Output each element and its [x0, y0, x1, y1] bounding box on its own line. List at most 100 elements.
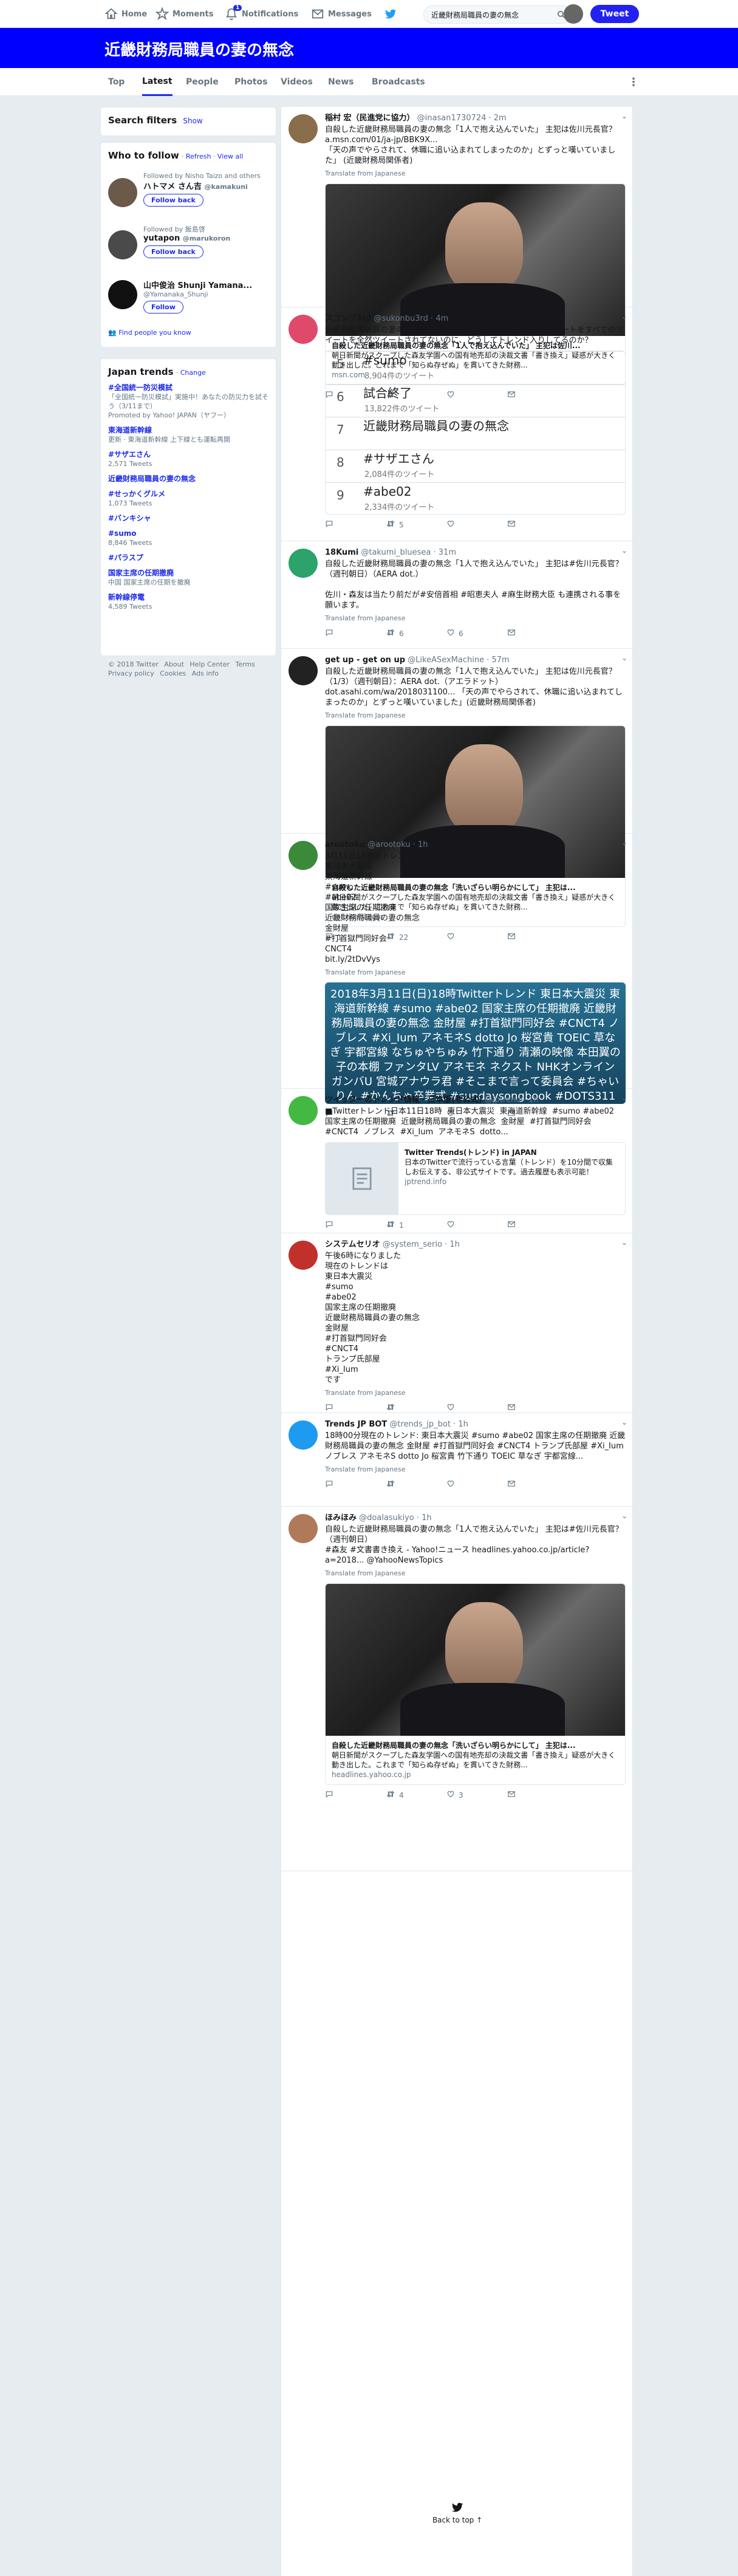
retweet-button[interactable]: 1 [386, 1220, 446, 1231]
tweet-author-name[interactable]: ツイッターのトレンド情報・日本版(非公式) [325, 1095, 482, 1105]
avatar[interactable] [289, 1514, 318, 1543]
view-all-link[interactable]: View all [217, 152, 243, 160]
translate-link[interactable]: Translate from Japanese [325, 168, 626, 179]
tweet-author-name[interactable]: 18Kumi [325, 548, 358, 557]
trend-name[interactable]: #パラスプ [108, 553, 143, 562]
nav-messages[interactable]: Messages [311, 0, 372, 28]
tab-videos[interactable]: Videos [281, 68, 313, 96]
tweet-compose-button[interactable]: Tweet [590, 5, 639, 23]
retweet-button[interactable]: 6 [386, 628, 446, 640]
trend-name[interactable]: #サザエさん [108, 450, 151, 459]
avatar[interactable] [108, 230, 137, 259]
footer-terms-link[interactable]: Terms [236, 660, 255, 668]
avatar[interactable] [108, 280, 137, 309]
translate-link[interactable]: Translate from Japanese [325, 967, 626, 978]
user-name[interactable]: ハトマメ さん吉 [143, 182, 202, 191]
direct-message-button[interactable] [507, 1790, 568, 1801]
direct-message-button[interactable] [507, 1220, 568, 1231]
trend-name[interactable]: #全国統一防災模試 [108, 383, 173, 392]
tweet[interactable]: ⌄ arootoku @arootoku · 1h 3月11日18時のトレンドです … [281, 834, 634, 1117]
trend-item[interactable]: 新幹線停電 4,589 Tweets [108, 593, 268, 611]
retweet-button[interactable]: 5 [386, 519, 446, 531]
trend-name[interactable]: 近畿財務局職員の妻の無念 [108, 474, 196, 483]
like-button[interactable] [446, 519, 507, 531]
follow-back-button[interactable]: Follow back [143, 245, 203, 258]
tweet-author-name[interactable]: Trends JP BOT [325, 1420, 387, 1429]
tweet-author-name[interactable]: ほみほみ [325, 1513, 357, 1523]
nav-home[interactable]: Home [104, 0, 147, 28]
direct-message-button[interactable] [507, 628, 568, 640]
translate-link[interactable]: Translate from Japanese [325, 1464, 626, 1475]
link-card[interactable]: 自殺した近畿財務局職員の妻の無念「洗いざらい明らかにして」 主犯は... 朝日新聞… [325, 1583, 626, 1785]
like-button[interactable]: 3 [446, 1790, 507, 1801]
footer-ads-link[interactable]: Ads info [192, 670, 219, 677]
user-name[interactable]: 山中俊治 Shunji Yamana... [143, 281, 252, 290]
tweet-author-name[interactable]: get up - get on up [325, 656, 405, 665]
trend-item[interactable]: #せっかくグルメ 1,073 Tweets [108, 490, 268, 508]
search-filters-show-link[interactable]: Show [183, 117, 202, 125]
tab-broadcasts[interactable]: Broadcasts [372, 68, 425, 96]
trend-item[interactable]: #バンキシャ [108, 514, 268, 523]
trend-name[interactable]: 東海道新幹線 [108, 426, 152, 434]
trend-item[interactable]: 国家主席の任期撤廃 中国 国家主席の任期を撤廃 [108, 569, 268, 587]
direct-message-button[interactable] [507, 1479, 568, 1491]
trend-name[interactable]: 国家主席の任期撤廃 [108, 569, 174, 577]
tweet[interactable]: ⌄ スコンブ3rd @sukonbu3rd · 4m 近畿財務局職員の妻の無念がトレ… [281, 307, 634, 541]
search-input[interactable]: 近畿財務局職員の妻の無念 [423, 5, 572, 24]
trend-item[interactable]: #パラスプ [108, 553, 268, 563]
tab-news[interactable]: News [328, 68, 354, 96]
trend-name[interactable]: #sumo [108, 529, 137, 538]
tab-top[interactable]: Top [108, 68, 125, 96]
translate-link[interactable]: Translate from Japanese [325, 1388, 626, 1398]
tab-people[interactable]: People [186, 68, 219, 96]
translate-link[interactable]: Translate from Japanese [325, 710, 626, 721]
follow-back-button[interactable]: Follow back [143, 194, 203, 207]
tweet[interactable]: ⌄ システムセリオ @system_serio · 1h 午後6時になりました 現在… [281, 1233, 634, 1413]
tweet[interactable]: ⌄ ほみほみ @doalasukiyo · 1h 自殺した近畿財務局職員の妻の無念「… [281, 1507, 634, 1871]
avatar[interactable] [289, 841, 318, 870]
trend-item[interactable]: #全国統一防災模試 「全国統一防災模試」実施中！あなたの防災力を試そう（3/11ま… [108, 383, 268, 420]
trend-screenshot[interactable]: 5 #sumo 8,904件のツイート 6 試合終了 13,822件のツイート 7 近畿財務局… [325, 351, 626, 515]
reply-button[interactable] [325, 1479, 386, 1491]
trend-name[interactable]: #バンキシャ [108, 514, 151, 522]
tweet-author-name[interactable]: arootoku [325, 840, 365, 849]
user-name[interactable]: yutapon [143, 234, 180, 243]
tweet-author-name[interactable]: システムセリオ [325, 1240, 380, 1249]
account-avatar[interactable] [564, 4, 583, 24]
link-card[interactable]: Twitter Trends(トレンド) in JAPAN 日本のTwitterで… [325, 1142, 626, 1215]
tab-latest[interactable]: Latest [142, 68, 173, 96]
reply-button[interactable] [325, 628, 386, 640]
avatar[interactable] [289, 1420, 318, 1450]
avatar[interactable] [289, 315, 318, 344]
trend-item[interactable]: #サザエさん 2,571 Tweets [108, 450, 268, 468]
like-button[interactable] [446, 1479, 507, 1491]
tweet[interactable]: ⌄ 18Kumi @takumi_bluesea · 31m 自殺した近畿財務局職員… [281, 541, 634, 649]
like-button[interactable] [446, 1220, 507, 1231]
tab-photos[interactable]: Photos [234, 68, 268, 96]
news-photo[interactable] [326, 1584, 625, 1736]
direct-message-button[interactable] [507, 519, 568, 531]
retweet-button[interactable] [386, 1479, 446, 1491]
tweet-author-name[interactable]: スコンブ3rd [325, 314, 371, 323]
avatar[interactable] [289, 656, 318, 685]
translate-link[interactable]: Translate from Japanese [325, 613, 626, 623]
avatar[interactable] [289, 1241, 318, 1270]
trend-name[interactable]: 新幹線停電 [108, 593, 145, 601]
trend-name[interactable]: #せっかくグルメ [108, 490, 165, 498]
trends-change-link[interactable]: Change [180, 369, 206, 377]
back-to-top[interactable]: Back to top ↑ [281, 2501, 634, 2524]
more-options-icon[interactable]: ⋮ [628, 68, 639, 96]
trend-item[interactable]: 近畿財務局職員の妻の無念 [108, 474, 268, 484]
footer-about-link[interactable]: About [164, 660, 184, 668]
reply-button[interactable] [325, 1220, 386, 1231]
find-people-link[interactable]: 👥 Find people you know [108, 329, 191, 337]
tweet-author-name[interactable]: 稲村 宏（民進党に協力） [325, 114, 415, 123]
reply-button[interactable] [325, 519, 386, 531]
avatar[interactable] [289, 1096, 318, 1125]
tweet[interactable]: ⌄ 稲村 宏（民進党に協力） @inasan1730724 · 2m 自殺した近畿財… [281, 107, 634, 398]
trend-item[interactable]: #sumo 8,846 Tweets [108, 529, 268, 547]
refresh-link[interactable]: Refresh [186, 152, 211, 160]
twitter-bird-logo-icon[interactable] [384, 7, 397, 21]
tweet[interactable]: ⌄ ツイッターのトレンド情報・日本版(非公式) @jptrend · 1h ■Twi… [281, 1089, 634, 1233]
reply-button[interactable] [325, 1790, 386, 1801]
